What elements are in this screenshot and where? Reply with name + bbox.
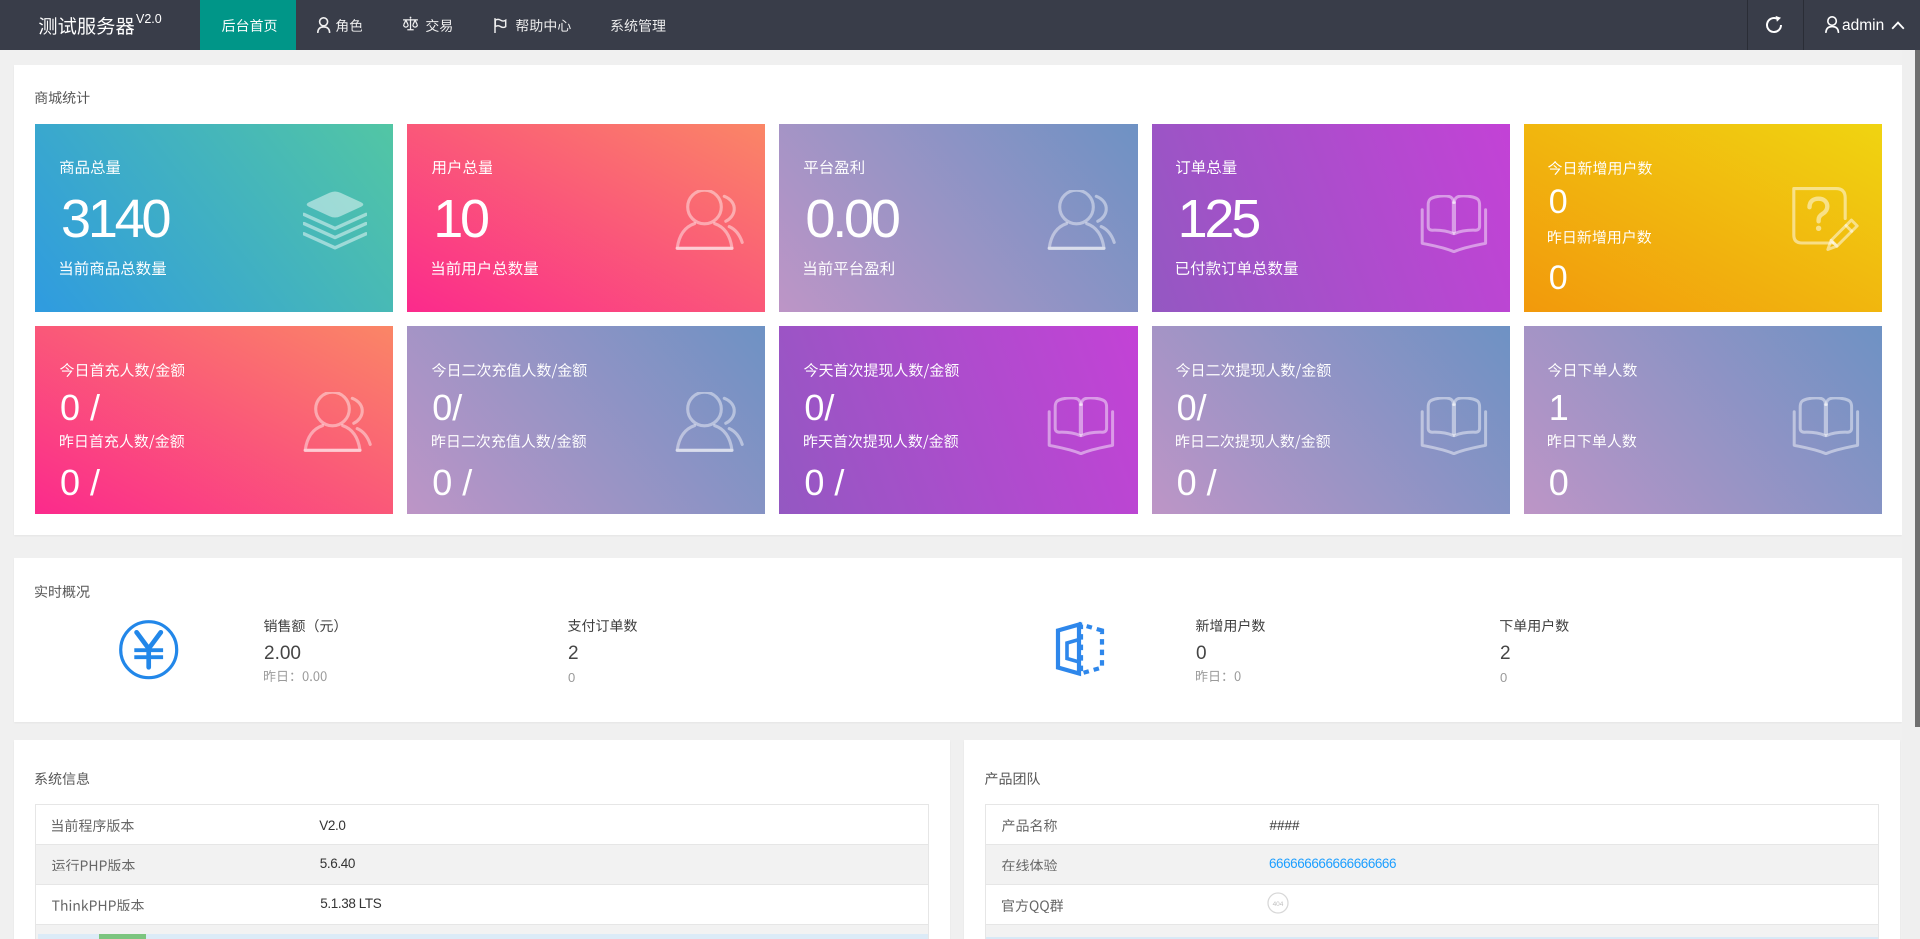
svg-text:404: 404 xyxy=(1273,901,1284,908)
